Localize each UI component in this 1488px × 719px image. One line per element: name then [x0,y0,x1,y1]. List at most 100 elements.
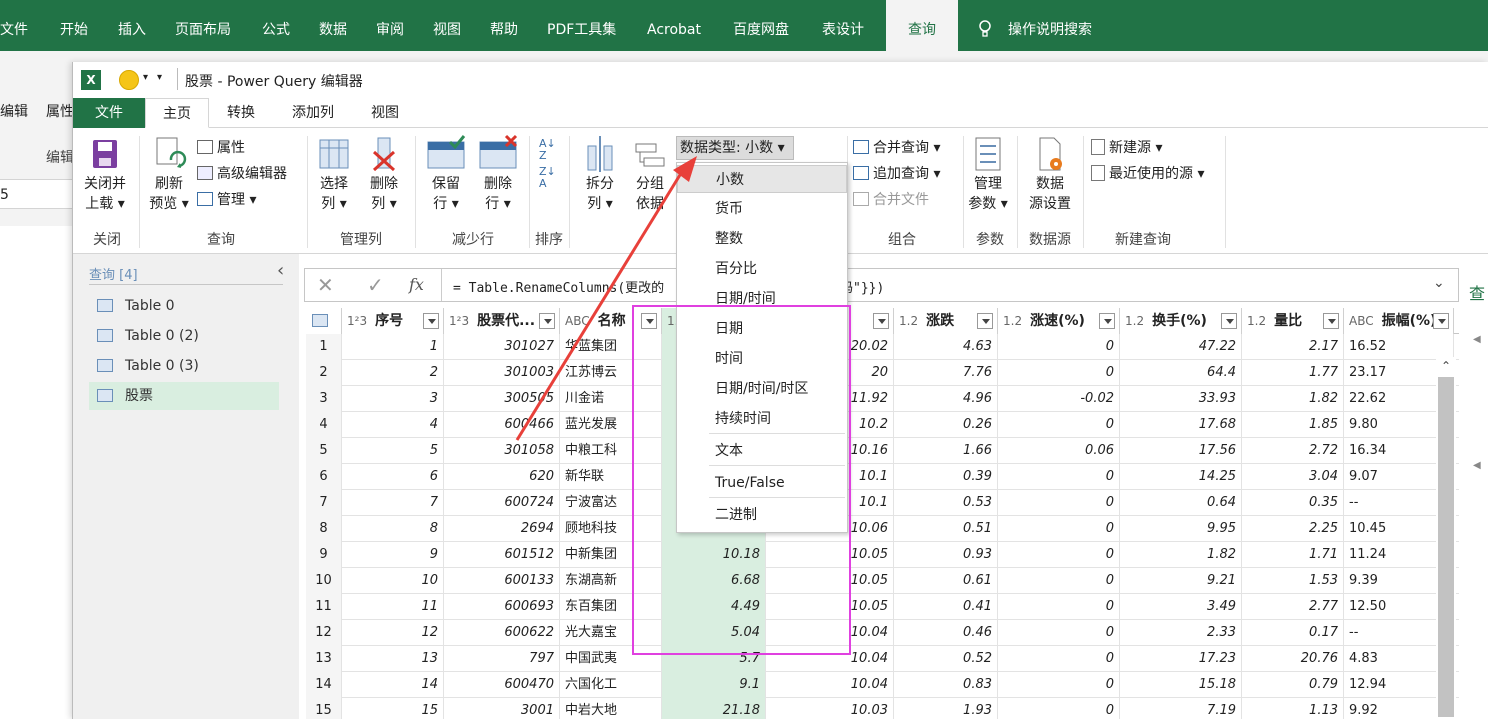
table-cell[interactable]: 0 [998,594,1120,620]
table-cell[interactable]: 1.85 [1242,412,1344,438]
table-cell[interactable]: 0.46 [894,620,998,646]
advanced-editor-button[interactable]: 高级编辑器 [197,164,287,184]
table-cell[interactable]: 13 [342,646,444,672]
table-cell[interactable]: 0 [998,464,1120,490]
chevron-down-icon[interactable]: ▾ [143,72,148,83]
table-cell[interactable]: 9.21 [1120,568,1242,594]
table-row[interactable]: 1 1 301027 华蓝集团 20.02 4.63 0 47.22 2.17 16.52 [306,334,1459,360]
table-cell[interactable]: 3.49 [1120,594,1242,620]
table-cell[interactable]: 0.64 [1120,490,1242,516]
excel-tab-baidu[interactable]: 百度网盘 [733,0,789,51]
excel-tab-insert[interactable]: 插入 [118,0,146,51]
table-cell[interactable]: 0 [998,412,1120,438]
manage-button[interactable]: 管理 ▾ [197,190,256,210]
table-row[interactable]: 5 5 301058 中粮工科 10.16 1.66 0.06 17.56 2.72 16.34 [306,438,1459,464]
table-cell[interactable]: 0.41 [894,594,998,620]
refresh-preview-button[interactable]: 刷新 预览 ▾ [143,134,195,214]
table-cell[interactable]: 0.51 [894,516,998,542]
table-cell[interactable]: 600470 [444,672,560,698]
table-cell[interactable]: 601512 [444,542,560,568]
table-row[interactable]: 9 9 601512 中新集团 10.18 10.05 0.93 0 1.82 1.71 11.24 [306,542,1459,568]
keep-rows-button[interactable]: 保留 行 ▾ [421,134,471,214]
excel-tab-view[interactable]: 视图 [433,0,461,51]
table-cell[interactable]: 3.04 [1242,464,1344,490]
table-cell[interactable]: 0.17 [1242,620,1344,646]
table-row[interactable]: 2 2 301003 江苏博云 20 7.76 0 64.4 1.77 23.17 [306,360,1459,386]
table-cell[interactable]: 0.53 [894,490,998,516]
table-cell[interactable]: 64.4 [1120,360,1242,386]
pq-tab-view[interactable]: 视图 [355,98,415,128]
row-number[interactable]: 3 [306,386,342,412]
table-cell[interactable]: 1.93 [894,698,998,719]
row-number[interactable]: 9 [306,542,342,568]
table-cell[interactable]: 12 [342,620,444,646]
excel-name-box[interactable]: 5 [0,179,72,209]
table-row[interactable]: 12 12 600622 光大嘉宝 5.04 10.04 0.46 0 2.33 0.17 -- [306,620,1459,646]
table-cell[interactable]: 2 [342,360,444,386]
table-row[interactable]: 11 11 600693 东百集团 4.49 10.05 0.41 0 3.49 2.77 12.5… [306,594,1459,620]
table-cell[interactable]: 0 [998,516,1120,542]
table-cell[interactable]: 0 [998,646,1120,672]
excel-tab-help[interactable]: 帮助 [490,0,518,51]
pq-tab-add-column[interactable]: 添加列 [275,98,351,128]
table-cell[interactable]: 0.52 [894,646,998,672]
excel-tab-acrobat[interactable]: Acrobat [647,0,701,51]
row-number[interactable]: 8 [306,516,342,542]
table-cell[interactable]: 0.79 [1242,672,1344,698]
table-cell[interactable]: 1.66 [894,438,998,464]
table-cell[interactable]: 1.77 [1242,360,1344,386]
table-cell[interactable]: 1 [342,334,444,360]
table-cell[interactable]: 17.56 [1120,438,1242,464]
row-number[interactable]: 10 [306,568,342,594]
row-number[interactable]: 6 [306,464,342,490]
close-upload-button[interactable]: 关闭并 上载 ▾ [79,134,131,214]
table-cell[interactable]: 600133 [444,568,560,594]
column-header[interactable]: 1.2 涨速(%) [998,308,1120,334]
column-type-icon[interactable]: 1.2 [1125,314,1144,328]
excel-tab-pdf[interactable]: PDF工具集 [547,0,616,51]
excel-tab-query[interactable]: 查询 [886,0,958,51]
table-row[interactable]: 15 15 3001 中岩大地 21.18 10.03 1.93 0 7.19 1.13 9.92 [306,698,1459,719]
table-cell[interactable]: 0 [998,334,1120,360]
table-cell[interactable]: 1.13 [1242,698,1344,719]
query-item-selected[interactable]: 股票 [89,382,279,410]
filter-dropdown-icon[interactable] [1433,313,1449,329]
row-number[interactable]: 14 [306,672,342,698]
table-cell[interactable]: 7 [342,490,444,516]
row-number[interactable]: 12 [306,620,342,646]
table-cell[interactable]: 33.93 [1120,386,1242,412]
collapse-right-icon[interactable]: ◀ [1473,334,1481,345]
table-cell[interactable]: 15 [342,698,444,719]
table-cell[interactable]: 0 [998,542,1120,568]
scroll-up-icon[interactable]: ⌃ [1441,359,1451,373]
table-row[interactable]: 6 6 620 新华联 10.1 0.39 0 14.25 3.04 9.07 [306,464,1459,490]
excel-tell-me-search[interactable]: 操作说明搜索 [1008,0,1092,51]
filter-dropdown-icon[interactable] [977,313,993,329]
table-cell[interactable]: 10.03 [766,698,894,719]
filter-dropdown-icon[interactable] [1099,313,1115,329]
excel-tab-file[interactable]: 文件 [0,0,28,51]
pq-tab-transform[interactable]: 转换 [211,98,271,128]
column-type-icon[interactable]: 1.2 [1247,314,1266,328]
table-cell[interactable]: 0.26 [894,412,998,438]
table-cell[interactable]: 9.1 [662,672,766,698]
properties-button[interactable]: 属性 [197,138,245,158]
table-cell[interactable]: 14 [342,672,444,698]
table-cell[interactable]: 4.96 [894,386,998,412]
row-number[interactable]: 11 [306,594,342,620]
table-cell[interactable]: 六国化工 [560,672,662,698]
customize-toolbar-icon[interactable]: ▾ [157,72,162,83]
fx-icon[interactable]: fx [409,275,424,294]
table-cell[interactable]: 2.25 [1242,516,1344,542]
table-cell[interactable]: 3 [342,386,444,412]
smiley-icon[interactable] [119,70,139,90]
table-row[interactable]: 10 10 600133 东湖高新 6.68 10.05 0.61 0 9.21 1.53 9.39 [306,568,1459,594]
table-cell[interactable]: 600622 [444,620,560,646]
table-row[interactable]: 8 8 2694 顾地科技 10.06 0.51 0 9.95 2.25 10.45 [306,516,1459,542]
table-cell[interactable]: 1.82 [1120,542,1242,568]
query-item[interactable]: Table 0 (2) [89,322,279,350]
table-cell[interactable]: 中岩大地 [560,698,662,719]
table-cell[interactable]: 1.53 [1242,568,1344,594]
table-cell[interactable]: 47.22 [1120,334,1242,360]
column-header[interactable]: 1.2 涨跌 [894,308,998,334]
